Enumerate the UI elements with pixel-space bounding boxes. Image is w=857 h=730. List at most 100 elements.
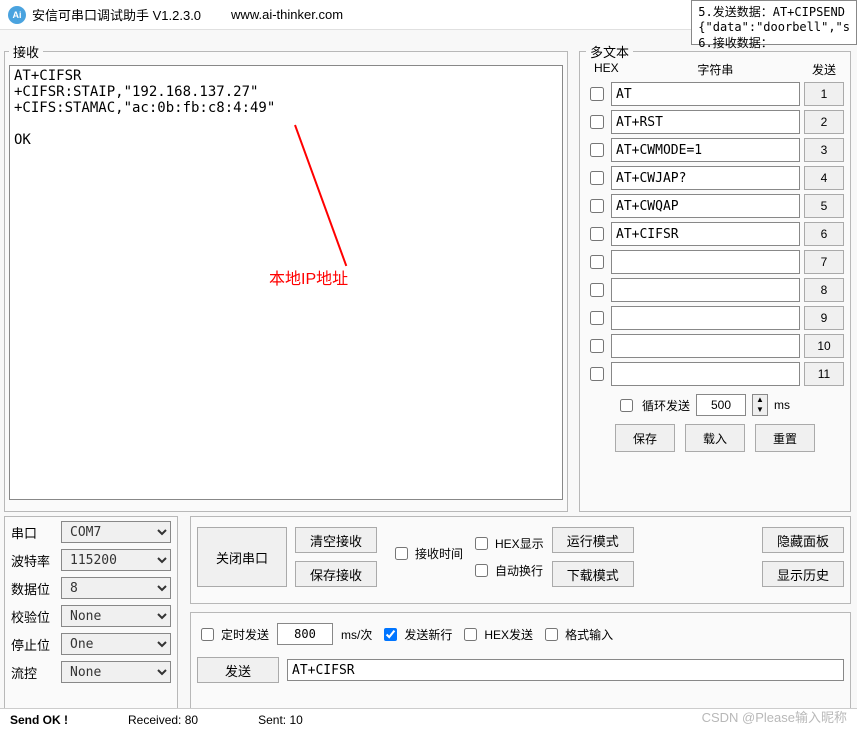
received-count: 80: [185, 713, 198, 727]
cmd-send-button-10[interactable]: 10: [804, 334, 844, 358]
cmd-hex-checkbox-6[interactable]: [590, 227, 604, 241]
col-str-header: 字符串: [697, 61, 733, 78]
multi-load-button[interactable]: 载入: [685, 424, 745, 452]
app-icon: Ai: [8, 6, 26, 24]
hex-send-checkbox[interactable]: [464, 628, 477, 641]
cmd-hex-checkbox-7[interactable]: [590, 255, 604, 269]
hex-show-label: HEX显示: [495, 535, 544, 552]
cmd-row: 10: [586, 334, 844, 358]
sent-label: Sent:: [258, 713, 286, 727]
app-title: 安信可串口调试助手 V1.2.3.0: [32, 5, 201, 24]
interval-input[interactable]: [277, 623, 333, 645]
cmd-row: 2: [586, 110, 844, 134]
recv-time-checkbox[interactable]: [395, 547, 408, 560]
port-label: 串口: [11, 523, 53, 542]
multi-legend: 多文本: [586, 42, 633, 61]
col-hex-header: HEX: [594, 61, 619, 78]
cmd-input-1[interactable]: [611, 82, 800, 106]
cmd-send-button-6[interactable]: 6: [804, 222, 844, 246]
flow-select[interactable]: None: [61, 661, 171, 683]
timed-send-checkbox[interactable]: [201, 628, 214, 641]
main-window: 5.发送数据：AT+CIPSEND {"data":"doorbell","s …: [0, 30, 857, 708]
loop-send-label: 循环发送: [642, 397, 690, 414]
cmd-send-button-1[interactable]: 1: [804, 82, 844, 106]
cmd-hex-checkbox-1[interactable]: [590, 87, 604, 101]
serial-config-panel: 串口COM7 波特率115200 数据位8 校验位None 停止位One 流控N…: [0, 512, 182, 717]
loop-stepper[interactable]: ▲▼: [752, 394, 768, 416]
cmd-input-4[interactable]: [611, 166, 800, 190]
cmd-send-button-9[interactable]: 9: [804, 306, 844, 330]
format-input-checkbox[interactable]: [545, 628, 558, 641]
multi-text-panel: 多文本 HEX 字符串 发送 1 2 3 4 5 6 7 8: [575, 38, 855, 508]
show-history-button[interactable]: 显示历史: [762, 561, 844, 587]
parity-select[interactable]: None: [61, 605, 171, 627]
status-bar: Send OK ! Received: 80 Sent: 10 CSDN @Pl…: [0, 708, 857, 730]
recv-time-label: 接收时间: [415, 545, 463, 562]
hex-show-checkbox[interactable]: [475, 537, 488, 550]
cmd-hex-checkbox-11[interactable]: [590, 367, 604, 381]
port-select[interactable]: COM7: [61, 521, 171, 543]
baud-select[interactable]: 115200: [61, 549, 171, 571]
cmd-input-9[interactable]: [611, 306, 800, 330]
flow-label: 流控: [11, 663, 53, 682]
cmd-hex-checkbox-4[interactable]: [590, 171, 604, 185]
cmd-input-8[interactable]: [611, 278, 800, 302]
cmd-row: 1: [586, 82, 844, 106]
cmd-hex-checkbox-3[interactable]: [590, 143, 604, 157]
multi-save-button[interactable]: 保存: [615, 424, 675, 452]
send-content-input[interactable]: [287, 659, 844, 681]
cmd-input-7[interactable]: [611, 250, 800, 274]
cmd-input-3[interactable]: [611, 138, 800, 162]
multi-reset-button[interactable]: 重置: [755, 424, 815, 452]
run-mode-button[interactable]: 运行模式: [552, 527, 634, 553]
cmd-hex-checkbox-8[interactable]: [590, 283, 604, 297]
cmd-input-11[interactable]: [611, 362, 800, 386]
cmd-send-button-7[interactable]: 7: [804, 250, 844, 274]
cmd-hex-checkbox-5[interactable]: [590, 199, 604, 213]
close-port-button[interactable]: 关闭串口: [197, 527, 287, 587]
cmd-hex-checkbox-10[interactable]: [590, 339, 604, 353]
cmd-input-6[interactable]: [611, 222, 800, 246]
cmd-send-button-3[interactable]: 3: [804, 138, 844, 162]
watermark-text: CSDN @Please输入昵称: [702, 707, 847, 726]
cmd-input-5[interactable]: [611, 194, 800, 218]
receive-panel: 接收 AT+CIFSR +CIFSR:STAIP,"192.168.137.27…: [0, 38, 572, 508]
cmd-row: 11: [586, 362, 844, 386]
tooltip-overlay: 5.发送数据：AT+CIPSEND {"data":"doorbell","s …: [691, 0, 857, 45]
parity-label: 校验位: [11, 607, 53, 626]
cmd-hex-checkbox-9[interactable]: [590, 311, 604, 325]
clear-recv-button[interactable]: 清空接收: [295, 527, 377, 553]
baud-label: 波特率: [11, 551, 53, 570]
cmd-row: 6: [586, 222, 844, 246]
cmd-row: 9: [586, 306, 844, 330]
app-url: www.ai-thinker.com: [231, 7, 343, 22]
cmd-send-button-11[interactable]: 11: [804, 362, 844, 386]
databits-select[interactable]: 8: [61, 577, 171, 599]
cmd-send-button-4[interactable]: 4: [804, 166, 844, 190]
loop-send-checkbox[interactable]: [620, 399, 633, 412]
auto-wrap-label: 自动换行: [495, 562, 543, 579]
cmd-input-2[interactable]: [611, 110, 800, 134]
annotation-text: 本地IP地址: [269, 265, 348, 289]
cmd-send-button-2[interactable]: 2: [804, 110, 844, 134]
receive-legend: 接收: [9, 42, 43, 61]
cmd-send-button-8[interactable]: 8: [804, 278, 844, 302]
send-button[interactable]: 发送: [197, 657, 279, 683]
cmd-input-10[interactable]: [611, 334, 800, 358]
hide-panel-button[interactable]: 隐藏面板: [762, 527, 844, 553]
received-label: Received:: [128, 713, 181, 727]
stop-label: 停止位: [11, 635, 53, 654]
cmd-row: 8: [586, 278, 844, 302]
loop-interval-input[interactable]: [696, 394, 746, 416]
status-send-ok: Send OK !: [10, 713, 68, 727]
download-mode-button[interactable]: 下载模式: [552, 561, 634, 587]
cmd-row: 3: [586, 138, 844, 162]
auto-wrap-checkbox[interactable]: [475, 564, 488, 577]
stop-select[interactable]: One: [61, 633, 171, 655]
send-newline-checkbox[interactable]: [384, 628, 397, 641]
cmd-hex-checkbox-2[interactable]: [590, 115, 604, 129]
send-newline-label: 发送新行: [404, 626, 452, 643]
save-recv-button[interactable]: 保存接收: [295, 561, 377, 587]
cmd-row: 7: [586, 250, 844, 274]
cmd-send-button-5[interactable]: 5: [804, 194, 844, 218]
